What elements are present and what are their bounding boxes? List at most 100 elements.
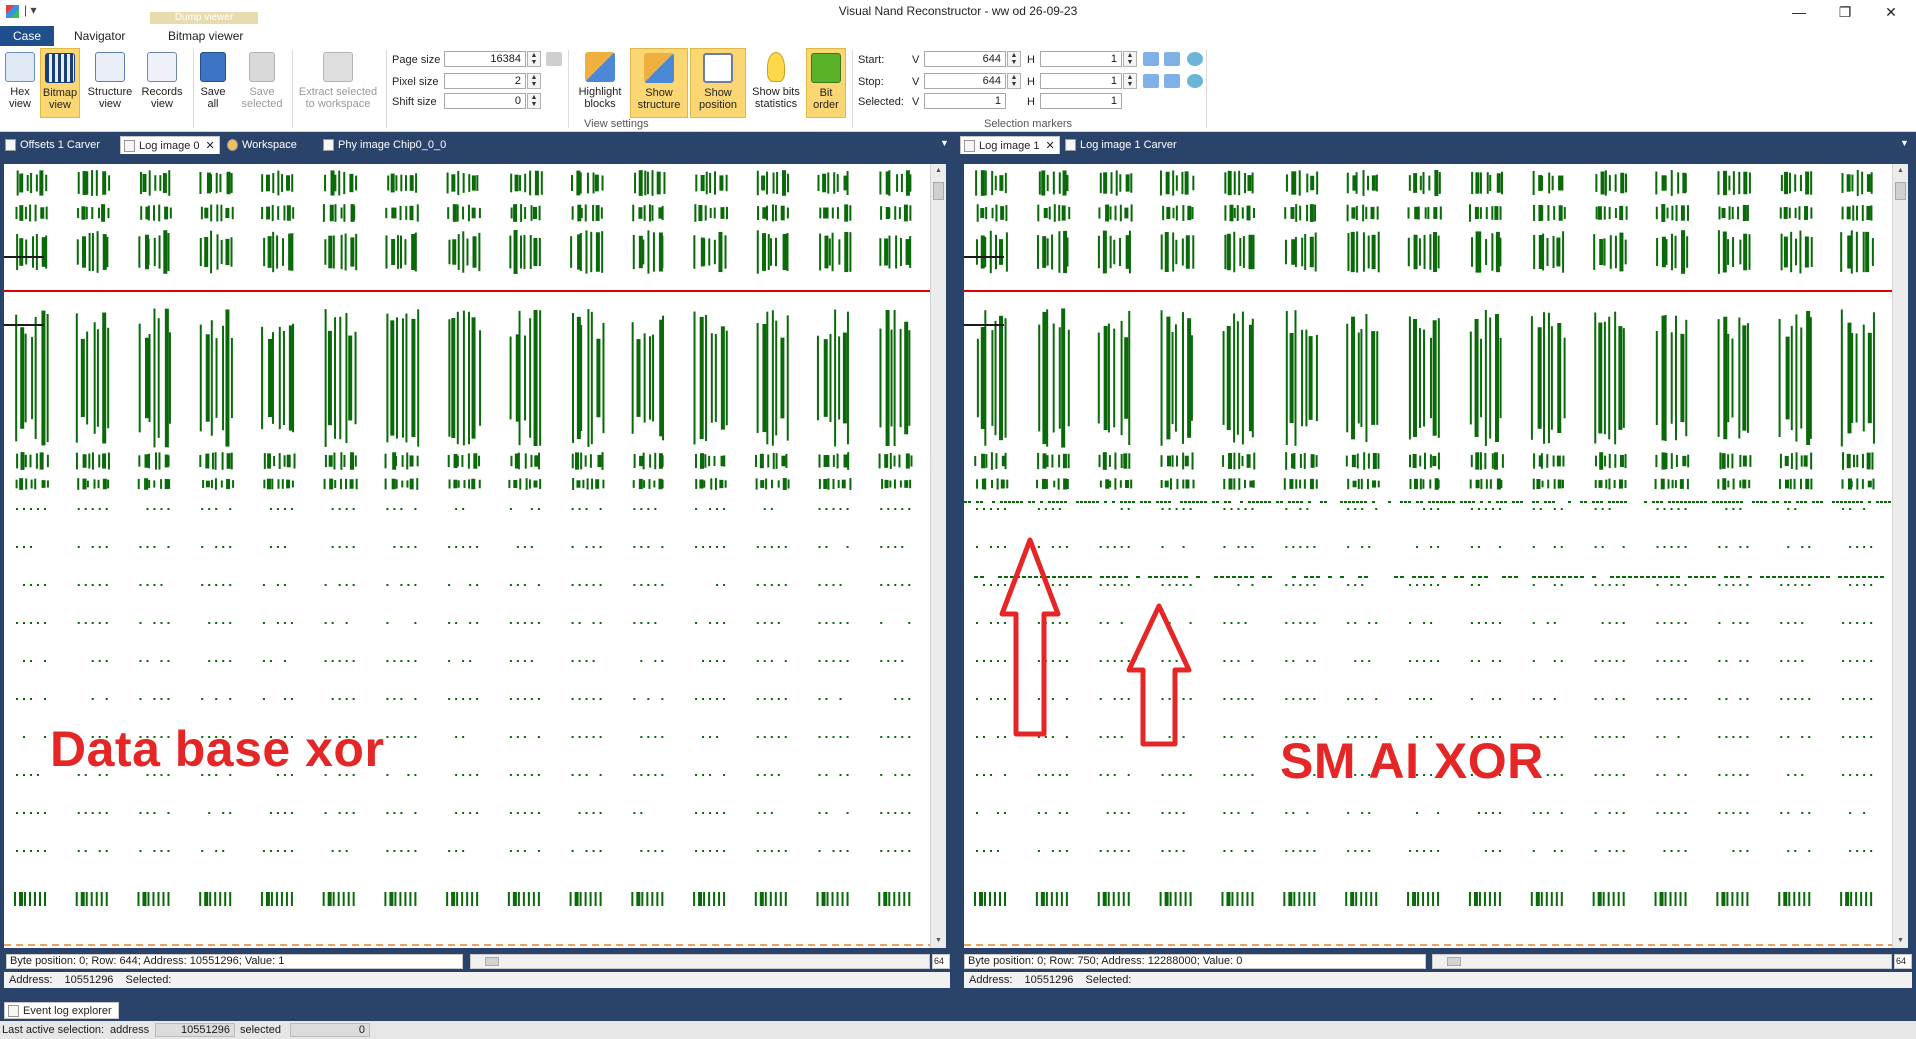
bitmap-pixel [1808,812,1811,814]
bitmap-pixel [1612,501,1615,503]
shift-size-spinner[interactable]: ▲ ▼ [527,93,541,109]
bitmap-pixel [1230,508,1233,510]
bitmap-pixel [447,454,450,468]
bitmap-pixel [1160,310,1163,446]
set-start-icon[interactable] [1164,52,1180,66]
go-stop-icon[interactable] [1143,74,1159,88]
tab-log-image-0[interactable]: Log image 0 ✕ [120,136,220,154]
bitmap-pixel [586,478,589,490]
stop-v-spinner[interactable]: ▲ ▼ [1007,73,1021,89]
vertical-scrollbar-right[interactable]: ▲ ▼ [1892,164,1908,948]
settings-gear-icon[interactable] [546,52,562,66]
bitmap-view-button[interactable]: Bitmap view [40,48,80,118]
hscroll-thumb[interactable] [1447,957,1461,966]
bitmap-pixel [1670,584,1673,586]
horizontal-scrollbar-left[interactable] [470,954,930,969]
bitmap-pixel [1491,508,1494,510]
bitmap-pixel [880,812,883,814]
restore-button[interactable]: ❐ [1822,0,1868,24]
refresh-stop-icon[interactable] [1187,74,1203,88]
bitmap-pixel [1808,736,1811,738]
tab-bitmap-viewer[interactable]: Bitmap viewer [158,26,253,46]
tab-event-log-explorer[interactable]: Event log explorer [4,1002,119,1019]
bitmap-left-svg[interactable] [4,164,930,948]
bitmap-pixel [86,331,89,425]
bitmap-pixel [1324,501,1327,503]
refresh-start-icon[interactable] [1187,52,1203,66]
bitmap-pixel [1124,207,1129,219]
minimize-button[interactable]: — [1776,0,1822,24]
bitmap-pixel [1306,204,1309,222]
start-v-input[interactable]: 644 [924,51,1006,67]
go-start-icon[interactable] [1143,52,1159,66]
bitmap-pixel [880,546,883,548]
show-structure-button[interactable]: Show structure [630,48,688,118]
bitmap-border [508,944,515,946]
show-bits-statistics-button[interactable]: Show bits statistics [748,48,804,118]
tab-offsets-1-carver[interactable]: Offsets 1 Carver [2,136,100,154]
page-size-input[interactable]: 16384 [444,51,526,67]
pixel-size-input[interactable]: 2 [444,73,526,89]
bit-order-button[interactable]: Bit order [806,48,846,118]
bitmap-pixel [1113,328,1116,428]
tab-workspace[interactable]: Workspace [224,136,297,154]
scroll-thumb[interactable] [1895,182,1906,200]
close-tab-icon[interactable]: ✕ [1046,140,1055,152]
tab-log-image-1[interactable]: Log image 1 ✕ [960,136,1060,154]
shift-size-input[interactable]: 0 [444,93,526,109]
event-log-tab-bar: Event log explorer [0,999,1916,1021]
highlight-blocks-button[interactable]: Highlight blocks [574,48,626,118]
hex-view-button[interactable]: Hex view [2,48,38,118]
horizontal-scrollbar-right[interactable] [1432,954,1892,969]
bitmap-pixel [695,698,698,700]
bitmap-pixel [1622,546,1625,548]
up-arrow-annotation [999,537,1061,737]
tab-navigator[interactable]: Navigator [64,26,135,46]
stop-h-input[interactable]: 1 [1040,73,1122,89]
start-h-spinner[interactable]: ▲ ▼ [1123,51,1137,67]
tab-list-dropdown-icon[interactable]: ▼ [940,138,949,148]
bitmap-pixel [1532,170,1535,196]
scroll-up-icon[interactable]: ▲ [931,164,946,178]
stop-h-spinner[interactable]: ▲ ▼ [1123,73,1137,89]
tab-phy-image-chip0[interactable]: Phy image Chip0_0_0 [320,136,446,154]
hscroll-thumb[interactable] [485,957,499,966]
close-button[interactable]: ✕ [1868,0,1914,24]
stop-v-input[interactable]: 644 [924,73,1006,89]
bitmap-canvas-left[interactable] [4,164,930,948]
vertical-scrollbar-left[interactable]: ▲ ▼ [930,164,946,948]
bitmap-pixel [1437,452,1440,470]
bitmap-pixel [1784,171,1789,195]
scroll-up-icon[interactable]: ▲ [1893,164,1908,178]
bitmap-pixel [153,812,156,814]
records-view-button[interactable]: Records view [138,48,186,118]
tab-log-image-1-carver[interactable]: Log image 1 Carver [1062,136,1177,154]
pixel-size-spinner[interactable]: ▲ ▼ [527,73,541,89]
save-all-button[interactable]: Save all [198,48,228,118]
scroll-thumb[interactable] [933,182,944,200]
bitmap-pixel [386,774,389,776]
bitmap-pixel [1741,892,1744,906]
start-v-spinner[interactable]: ▲ ▼ [1007,51,1021,67]
start-h-input[interactable]: 1 [1040,51,1122,67]
bitmap-pixel [825,584,828,586]
bitmap-pixel [838,239,841,265]
tab-case[interactable]: Case [0,26,54,46]
bitmap-pixel [980,576,984,578]
page-size-spinner[interactable]: ▲ ▼ [527,51,541,67]
bitmap-pixel [1788,892,1791,906]
scroll-down-icon[interactable]: ▼ [1893,934,1908,948]
set-stop-icon[interactable] [1164,74,1180,88]
bitmap-pixel [516,660,519,662]
show-position-button[interactable]: Show position [690,48,746,118]
tab-list-dropdown-icon[interactable]: ▼ [1900,138,1909,148]
bitmap-pixel [324,239,327,265]
bitmap-pixel [1052,323,1055,433]
bitmap-pixel [1191,452,1194,470]
extract-selected-button[interactable]: Extract selected to workspace [296,48,380,118]
scroll-down-icon[interactable]: ▼ [931,934,946,948]
save-selected-button[interactable]: Save selected [240,48,284,118]
structure-view-button[interactable]: Structure view [84,48,136,118]
bitmap-pixel [894,698,897,700]
close-tab-icon[interactable]: ✕ [206,140,215,152]
